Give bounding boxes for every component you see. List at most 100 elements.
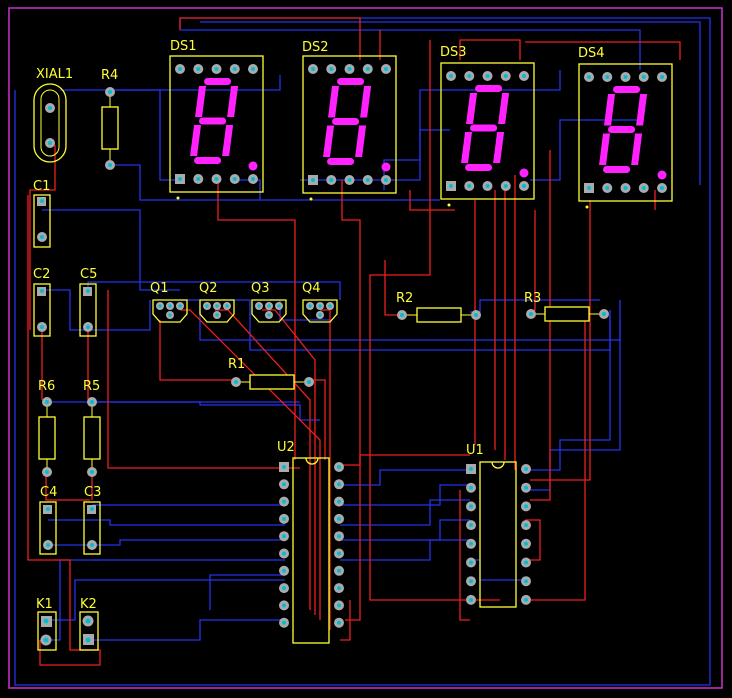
switch-k2[interactable]: [79, 611, 99, 651]
label-r4: R4: [101, 68, 118, 83]
u2-pin: [279, 548, 289, 559]
label-q2: Q2: [199, 281, 218, 296]
label-ds4: DS4: [578, 46, 605, 61]
label-u1: U1: [466, 443, 484, 458]
capacitor-c2[interactable]: [33, 283, 51, 337]
u1-pin: [521, 576, 531, 587]
display-pin: [446, 71, 456, 81]
display-ds3[interactable]: [440, 62, 535, 207]
label-k2: K2: [80, 597, 97, 612]
label-k1: K1: [36, 597, 53, 612]
display-pin: [482, 181, 493, 191]
capacitor-c3[interactable]: [83, 501, 101, 555]
label-q3: Q3: [251, 281, 270, 296]
label-q4: Q4: [302, 281, 321, 296]
segments: [323, 78, 391, 172]
u1-pin: [466, 538, 476, 549]
label-ds2: DS2: [302, 40, 329, 55]
capacitor-c4[interactable]: [39, 501, 57, 555]
u1-pin: [521, 482, 531, 493]
resistor-r6[interactable]: [38, 397, 56, 477]
u1-pin: [466, 576, 476, 587]
u2-pin: [334, 600, 344, 611]
label-r1: R1: [228, 357, 245, 372]
display-pin: [584, 72, 594, 82]
display-pin: [362, 64, 373, 74]
capacitor-c5[interactable]: [79, 283, 97, 337]
display-pin: [193, 174, 204, 184]
u1-pin: [521, 464, 531, 474]
display-pin: [211, 64, 222, 74]
u1-pin: [466, 501, 476, 512]
display-pin: [638, 72, 649, 82]
crystal-xial1[interactable]: [33, 83, 67, 163]
transistor-q1[interactable]: [152, 299, 188, 323]
label-c3: C3: [84, 485, 101, 500]
u2-pin: [334, 462, 344, 472]
display-ds4[interactable]: [578, 63, 673, 209]
display-pin: [602, 72, 613, 82]
u1-pin: [466, 557, 476, 568]
u2-pin: [334, 531, 344, 542]
u2-pin: [279, 479, 289, 490]
pcb-board: XIAL1 R4 C1 C2 C5 R6 R5 C4 C3 K1 K2 Q1 Q…: [8, 7, 723, 689]
transistor-q3[interactable]: [251, 299, 287, 323]
switch-k1[interactable]: [37, 611, 57, 651]
transistor-q4[interactable]: [302, 299, 338, 323]
display-ds1[interactable]: [169, 55, 264, 200]
u1-pin: [521, 520, 531, 531]
display-pin: [500, 71, 511, 81]
display-pin: [248, 174, 258, 184]
display-pin: [620, 183, 631, 193]
label-ds3: DS3: [440, 45, 467, 60]
display-pin: [193, 64, 204, 74]
display-pin: [519, 181, 529, 191]
display-pin: [464, 71, 475, 81]
top-layer-traces: [27, 17, 681, 666]
display-pin: [381, 64, 391, 74]
resistor-r3[interactable]: [526, 306, 609, 322]
u2-pin: [334, 548, 344, 559]
label-r5: R5: [83, 379, 100, 394]
resistor-r4[interactable]: [101, 87, 119, 170]
display-pin: [229, 174, 240, 184]
label-c4: C4: [40, 485, 57, 500]
resistor-r1[interactable]: [231, 374, 314, 390]
resistor-r2[interactable]: [397, 307, 481, 323]
display-pin: [500, 181, 511, 191]
u2-pin: [279, 565, 289, 576]
display-pin: [638, 183, 649, 193]
display-pin: [344, 64, 355, 74]
display-ds2[interactable]: [302, 55, 397, 201]
u2-pin: [279, 513, 289, 524]
display-pin: [229, 64, 240, 74]
display-pin: [602, 183, 613, 193]
u1-pin: [466, 482, 476, 493]
label-u2: U2: [277, 440, 295, 455]
u2-pin: [334, 513, 344, 524]
display-pin: [248, 64, 258, 74]
display-pin: [519, 71, 529, 81]
u1-pin: [521, 557, 531, 568]
display-pin: [464, 181, 475, 191]
u2-pin: [334, 583, 344, 594]
u2-pin: [279, 462, 289, 472]
capacitor-c1[interactable]: [33, 194, 51, 248]
u2-pin: [279, 600, 289, 611]
display-pin: [584, 183, 594, 193]
display-pin: [482, 71, 493, 81]
u1-pin: [521, 501, 531, 512]
label-xial1: XIAL1: [36, 67, 73, 82]
display-pin: [326, 64, 337, 74]
ic-u2[interactable]: [279, 457, 344, 644]
resistor-r5[interactable]: [83, 397, 101, 477]
display-pin: [344, 175, 355, 185]
label-q1: Q1: [150, 281, 169, 296]
u2-pin: [279, 617, 289, 628]
u2-pin: [334, 617, 344, 628]
u2-pin: [279, 583, 289, 594]
label-c2: C2: [33, 267, 50, 282]
ic-u1[interactable]: [466, 461, 531, 608]
u1-pin: [521, 594, 531, 605]
display-pin: [175, 174, 185, 184]
